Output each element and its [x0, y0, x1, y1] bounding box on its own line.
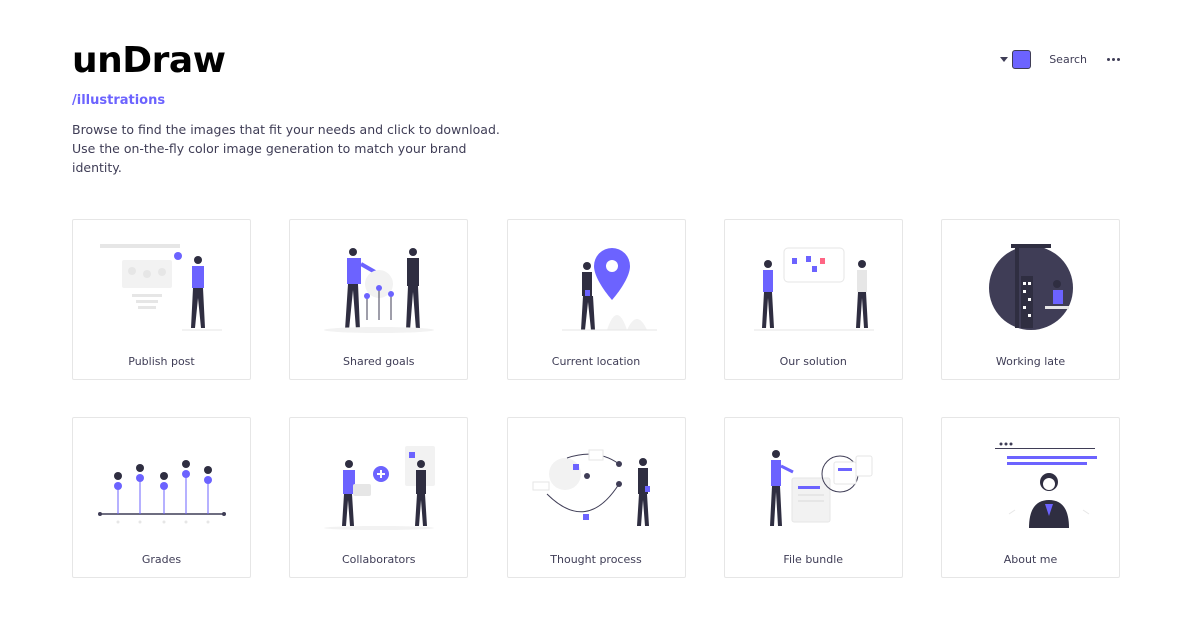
illustration-card[interactable]: Our solution — [723, 219, 903, 380]
illustration-card[interactable]: File bundle — [723, 417, 903, 578]
grades-illustration — [98, 460, 226, 524]
shared-goals-illustration — [324, 248, 435, 333]
working-late-illustration — [989, 244, 1073, 330]
card-label: Shared goals — [343, 355, 415, 368]
card-label: Grades — [141, 553, 182, 566]
card-label: Our solution — [779, 355, 847, 368]
card-label: About me — [1003, 553, 1058, 566]
card-label: Thought process — [550, 553, 642, 566]
thought-process-illustration — [532, 449, 650, 526]
page-subtitle: /illustrations — [72, 93, 166, 108]
card-label: Working late — [995, 355, 1066, 368]
more-options-icon[interactable] — [1107, 58, 1120, 61]
chevron-down-icon[interactable] — [1000, 57, 1009, 62]
file-bundle-illustration — [769, 450, 873, 526]
search-button[interactable]: Search — [1049, 53, 1087, 66]
illustration-card[interactable]: About me — [941, 417, 1120, 578]
top-controls: Search — [1000, 50, 1120, 69]
illustration-card[interactable]: Grades — [72, 417, 251, 578]
illustration-card[interactable]: Shared goals — [289, 219, 469, 380]
page-description: Browse to find the images that fit your … — [72, 122, 500, 175]
illustration-grid: Publish post Shared goals Current locati… — [72, 219, 1120, 578]
illustration-card[interactable]: Thought process — [506, 417, 686, 578]
current-location-illustration — [561, 248, 657, 331]
color-picker-swatch[interactable] — [1012, 50, 1032, 69]
publish-post-illustration — [100, 244, 222, 331]
about-me-illustration — [995, 442, 1097, 528]
card-label: Publish post — [128, 355, 195, 368]
logo[interactable]: unDraw — [72, 40, 226, 81]
card-label: Current location — [551, 355, 641, 368]
card-label: Collaborators — [341, 553, 416, 566]
illustration-card[interactable]: Current location — [506, 219, 686, 380]
illustration-card[interactable]: Publish post — [72, 219, 251, 380]
illustration-card[interactable]: Collaborators — [289, 417, 469, 578]
illustration-card[interactable]: Working late — [941, 219, 1120, 380]
collaborators-illustration — [324, 446, 436, 530]
our-solution-illustration — [753, 247, 874, 331]
card-label: File bundle — [783, 553, 844, 566]
